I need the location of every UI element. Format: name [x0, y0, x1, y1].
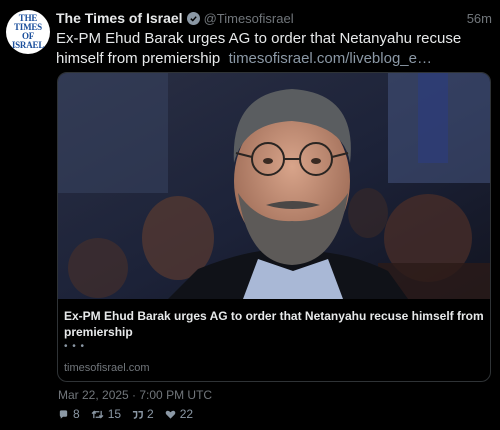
like-count: 22 [179, 407, 194, 421]
account-name[interactable]: The Times of Israel [56, 10, 183, 26]
tweet-time[interactable]: 56m [467, 11, 492, 26]
quote-count: 2 [147, 407, 154, 421]
avatar[interactable]: THE TIMES OF ISRAEL [6, 10, 50, 54]
card-title: Ex-PM Ehud Barak urges AG to order that … [64, 309, 484, 339]
retweet-button[interactable]: 15 [91, 407, 121, 421]
retweet-count: 15 [107, 407, 122, 421]
verified-badge-icon [186, 11, 200, 25]
like-icon [165, 410, 176, 419]
action-bar: 8 15 2 22 [58, 407, 204, 421]
reply-button[interactable]: 8 [58, 407, 80, 421]
tweet[interactable]: THE TIMES OF ISRAEL The Times of Israel … [0, 0, 500, 430]
reply-count: 8 [73, 407, 80, 421]
link-card[interactable]: Ex-PM Ehud Barak urges AG to order that … [57, 72, 491, 382]
avatar-logo-line-1: THE TIMES [13, 13, 42, 32]
card-body[interactable]: Ex-PM Ehud Barak urges AG to order that … [58, 299, 490, 381]
tweet-link[interactable]: timesofisrael.com/liveblog_e… [229, 50, 432, 67]
quote-button[interactable]: 2 [132, 407, 154, 421]
quote-icon [132, 410, 143, 419]
tweet-timestamp[interactable]: Mar 22, 2025 · 7:00 PM UTC [58, 388, 212, 402]
account-handle[interactable]: @Timesofisrael [204, 11, 294, 26]
avatar-logo-line-2: OF ISRAEL [11, 31, 45, 50]
tweet-text: Ex-PM Ehud Barak urges AG to order that … [56, 29, 486, 69]
like-button[interactable]: 22 [165, 407, 193, 421]
retweet-icon [91, 409, 104, 419]
card-description: • • • [64, 341, 86, 352]
card-domain: timesofisrael.com [64, 362, 150, 374]
article-photo [58, 73, 490, 299]
tweet-header: The Times of Israel @Timesofisrael 56m [56, 9, 492, 27]
reply-icon [59, 409, 68, 419]
